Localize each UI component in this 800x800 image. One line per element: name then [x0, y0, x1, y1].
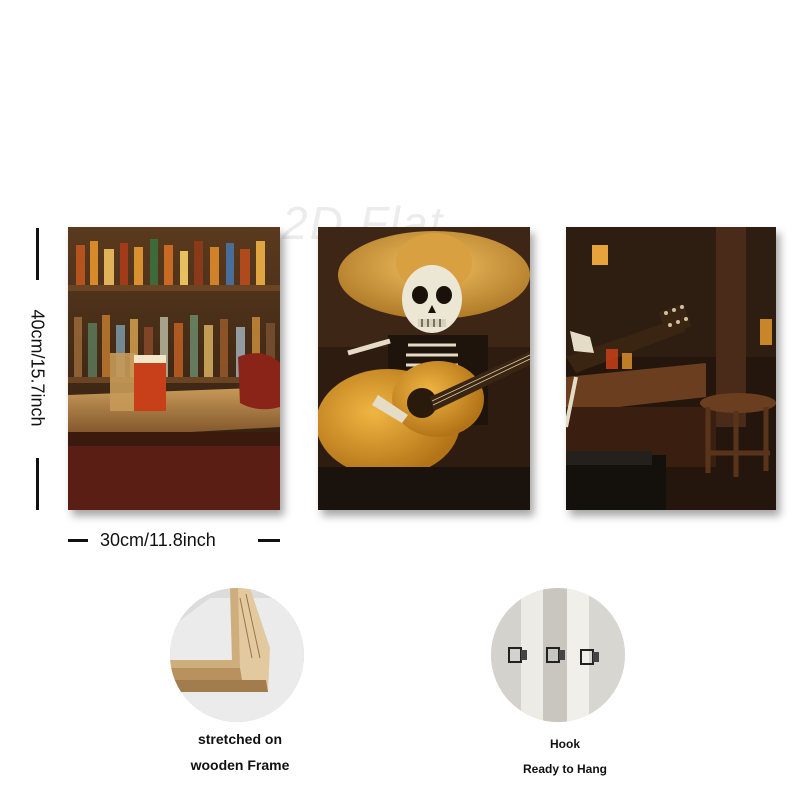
- width-dimension-right-tick: [258, 539, 280, 542]
- hook-illustration: [491, 588, 625, 722]
- skeleton-guitar-panel: [318, 227, 530, 510]
- frame-caption-line1: stretched on: [197, 731, 282, 747]
- wooden-frame-illustration: [170, 588, 304, 722]
- width-dimension-left-tick: [68, 539, 88, 542]
- skeleton-guitar-painting: [318, 227, 530, 510]
- bar-counter-panel: [68, 227, 280, 510]
- height-dimension-label: 40cm/15.7inch: [27, 309, 48, 427]
- frame-caption-line2: wooden Frame: [190, 757, 290, 773]
- hook-caption-line2: Ready to Hang: [522, 762, 607, 776]
- bar-counter-painting: [68, 227, 280, 510]
- height-dimension-bottom-tick: [36, 458, 39, 510]
- bar-interior-painting: [566, 227, 776, 510]
- hook-detail-image: [491, 588, 625, 722]
- wooden-frame-detail-image: [170, 588, 304, 722]
- width-dimension-label: 30cm/11.8inch: [100, 530, 216, 550]
- bar-interior-panel: [566, 227, 776, 510]
- hook-caption-line1: Hook: [550, 737, 580, 751]
- height-dimension-top-tick: [36, 228, 39, 280]
